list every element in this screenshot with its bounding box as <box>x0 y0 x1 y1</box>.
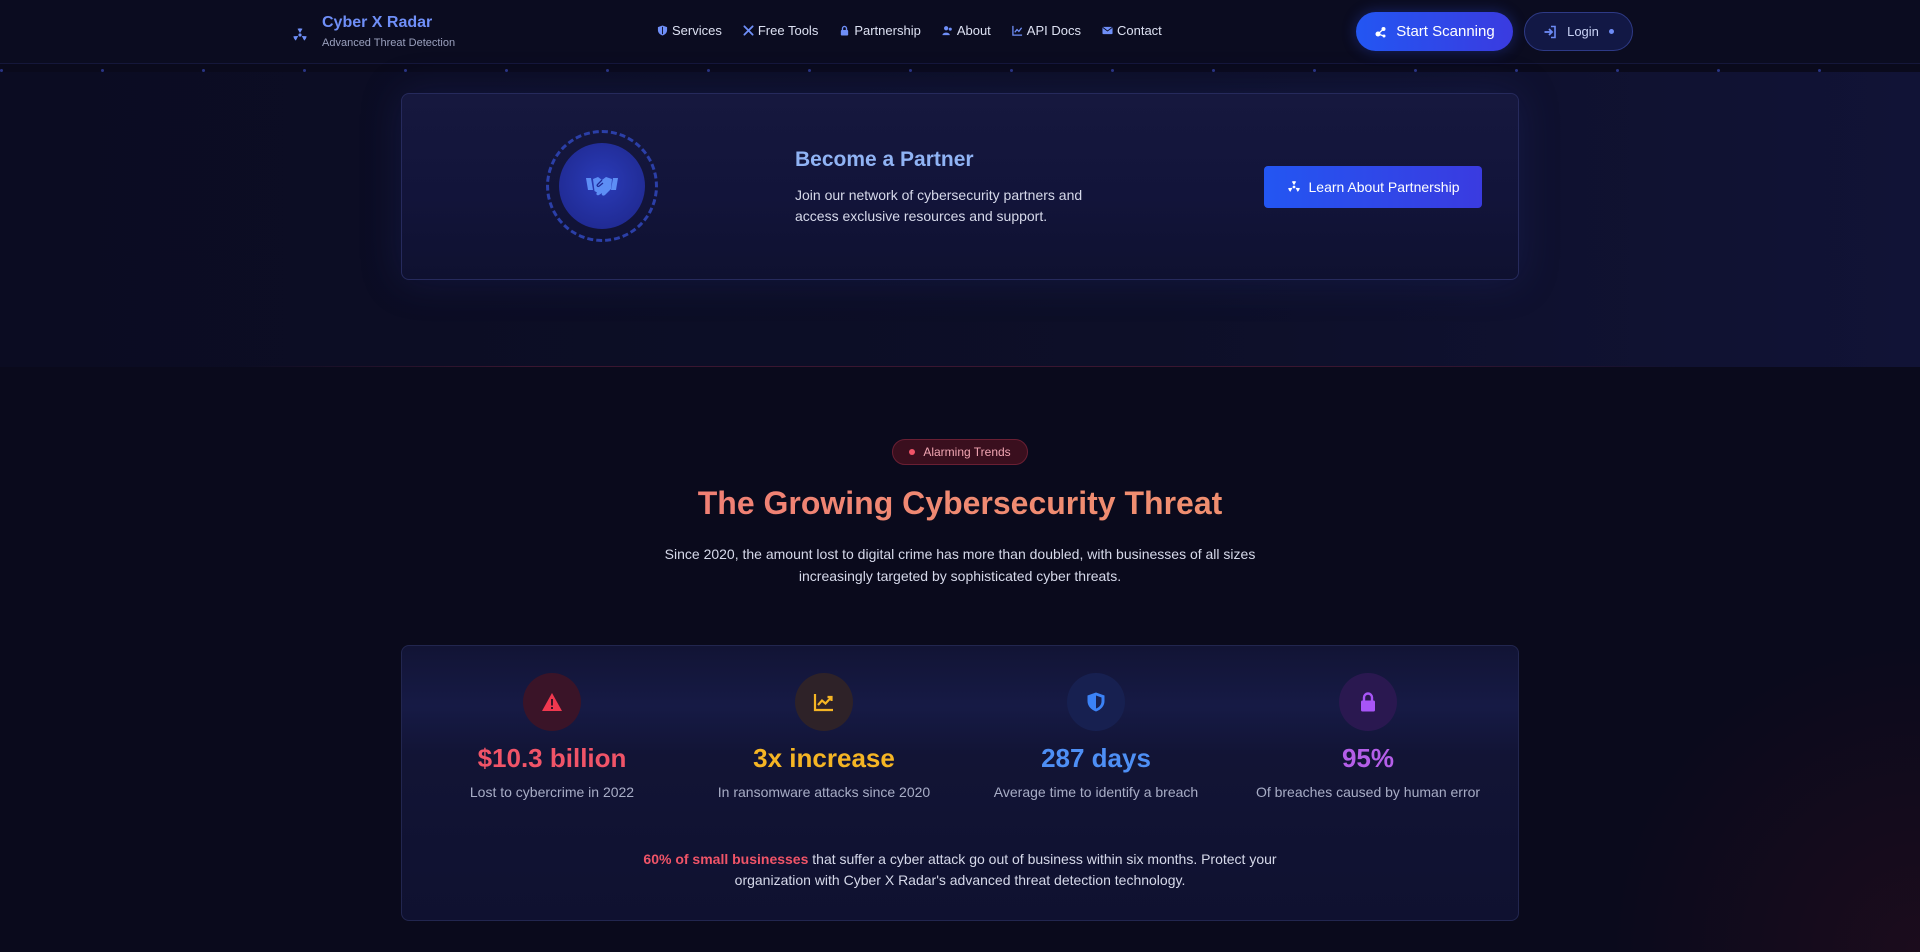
stat-label: In ransomware attacks since 2020 <box>717 784 931 800</box>
nav-about[interactable]: About <box>942 23 991 38</box>
partner-description: Join our network of cybersecurity partne… <box>795 187 1083 224</box>
nav-free-tools[interactable]: Free Tools <box>743 23 818 38</box>
threat-description: Since 2020, the amount lost to digital c… <box>664 546 1256 584</box>
chart-up-icon <box>813 694 833 712</box>
alarming-trends-badge: Alarming Trends <box>892 439 1028 465</box>
login-label: Login <box>1567 24 1599 39</box>
badge-dot <box>909 449 916 455</box>
nav-services[interactable]: Services <box>657 23 722 38</box>
radiation-icon <box>1287 181 1300 192</box>
stat-value: 95% <box>1341 743 1395 773</box>
stats-note-text: that suffer a cyber attack go out of bus… <box>734 851 1277 888</box>
nav-free-tools-label: Free Tools <box>757 23 819 38</box>
stat-breach-time: 287 days Average time to identify a brea… <box>971 673 1221 800</box>
handshake-icon <box>586 177 618 196</box>
stat-ransomware-increase: 3x increase In ransomware attacks since … <box>699 673 949 800</box>
lock-icon <box>1361 692 1375 712</box>
stat-icon-circle <box>523 673 581 731</box>
stat-value: $10.3 billion <box>477 743 627 773</box>
top-navbar: Cyber X Radar Advanced Threat Detection … <box>0 0 1920 64</box>
nav-contact[interactable]: Contact <box>1102 23 1162 38</box>
nav-links: Services Free Tools Partnership About AP… <box>657 23 1183 38</box>
sign-in-icon <box>1544 25 1556 38</box>
brand-title: Cyber X Radar <box>322 14 433 31</box>
stat-label: Average time to identify a breach <box>993 784 1199 800</box>
radiation-icon <box>293 27 307 41</box>
lock-icon <box>841 25 849 36</box>
learn-about-partnership-label: Learn About Partnership <box>1308 179 1460 195</box>
stat-label: Lost to cybercrime in 2022 <box>469 784 635 800</box>
radar-icon <box>1375 26 1386 37</box>
stat-icon-circle <box>1339 673 1397 731</box>
shield-icon <box>657 25 668 36</box>
envelope-icon <box>1102 26 1113 35</box>
partner-icon-circle <box>559 143 645 229</box>
nav-contact-label: Contact <box>1116 23 1162 38</box>
stat-value: 287 days <box>1041 743 1151 773</box>
section-divider <box>240 366 1680 367</box>
tools-icon <box>743 25 754 36</box>
badge-label: Alarming Trends <box>923 445 1011 459</box>
stat-icon-circle <box>795 673 853 731</box>
warning-icon <box>542 693 562 711</box>
learn-about-partnership-button[interactable]: Learn About Partnership <box>1264 166 1482 208</box>
corner-glow <box>1600 640 1920 952</box>
chart-line-icon <box>1012 25 1022 36</box>
nav-partnership[interactable]: Partnership <box>839 23 921 38</box>
stats-note-highlight: 60% of small businesses <box>643 851 809 867</box>
start-scanning-label: Start Scanning <box>1396 23 1495 40</box>
shield-icon <box>1087 692 1105 712</box>
threat-title-text: The Growing Cybersecurity Threat <box>697 485 1223 521</box>
stat-label: Of breaches caused by human error <box>1255 784 1481 800</box>
nav-api-docs-label: API Docs <box>1026 23 1081 38</box>
brand[interactable]: Cyber X Radar Advanced Threat Detection <box>292 14 455 49</box>
threat-title: The Growing Cybersecurity Threat <box>0 485 1920 522</box>
stat-icon-circle <box>1067 673 1125 731</box>
nav-about-label: About <box>956 23 991 38</box>
nav-api-docs[interactable]: API Docs <box>1012 23 1081 38</box>
start-scanning-button[interactable]: Start Scanning <box>1356 12 1513 51</box>
stats-note: 60% of small businesses that suffer a cy… <box>620 849 1300 891</box>
stat-human-error: 95% Of breaches caused by human error <box>1243 673 1493 800</box>
stat-value: 3x increase <box>753 743 895 773</box>
nav-partnership-label: Partnership <box>854 23 921 38</box>
nav-services-label: Services <box>672 23 722 38</box>
users-icon <box>942 26 952 36</box>
status-dot <box>1608 29 1614 34</box>
stat-cybercrime-loss: $10.3 billion Lost to cybercrime in 2022 <box>427 673 677 800</box>
partner-title: Become a Partner <box>795 148 974 171</box>
brand-subtitle: Advanced Threat Detection <box>322 37 456 49</box>
login-button[interactable]: Login <box>1524 12 1633 51</box>
